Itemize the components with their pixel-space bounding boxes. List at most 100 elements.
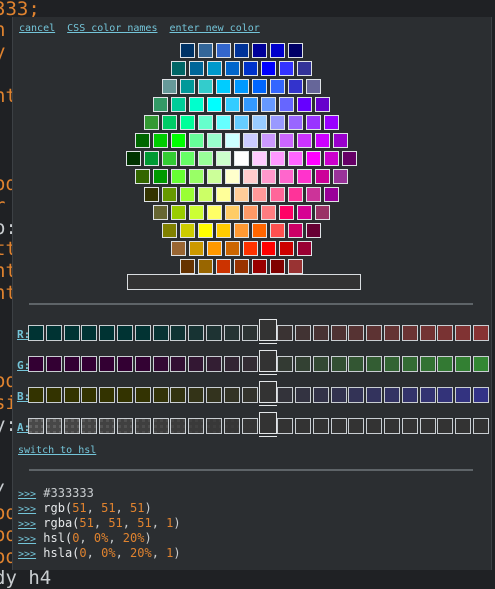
slider-swatch[interactable] bbox=[28, 325, 44, 341]
slider-swatch[interactable] bbox=[348, 418, 365, 434]
palette-swatch[interactable] bbox=[153, 169, 168, 184]
palette-swatch[interactable] bbox=[288, 223, 303, 238]
slider-swatch[interactable] bbox=[348, 325, 365, 341]
palette-swatch[interactable] bbox=[252, 259, 267, 274]
slider-swatch[interactable] bbox=[134, 356, 151, 372]
slider-swatch[interactable] bbox=[277, 325, 294, 341]
slider-swatch[interactable] bbox=[99, 325, 116, 341]
slider-swatch[interactable] bbox=[330, 418, 347, 434]
slider-swatch[interactable] bbox=[63, 356, 80, 372]
slider-swatch[interactable] bbox=[401, 418, 418, 434]
palette-swatch[interactable] bbox=[171, 133, 186, 148]
slider-swatch[interactable] bbox=[28, 356, 44, 372]
palette-swatch[interactable] bbox=[288, 259, 303, 274]
slider-swatch[interactable] bbox=[384, 418, 400, 434]
palette-swatch[interactable] bbox=[126, 151, 141, 166]
palette-swatch[interactable] bbox=[198, 187, 213, 202]
copy-prompt[interactable]: >>> bbox=[18, 519, 36, 530]
palette-swatch[interactable] bbox=[216, 79, 231, 94]
palette-swatch[interactable] bbox=[198, 223, 213, 238]
palette-swatch[interactable] bbox=[216, 115, 231, 130]
palette-swatch[interactable] bbox=[234, 259, 249, 274]
palette-swatch[interactable] bbox=[180, 259, 195, 274]
palette-swatch[interactable] bbox=[171, 205, 186, 220]
palette-swatch[interactable] bbox=[270, 115, 285, 130]
palette-swatch[interactable] bbox=[207, 133, 222, 148]
copy-prompt[interactable]: >>> bbox=[18, 489, 36, 500]
palette-swatch[interactable] bbox=[315, 205, 330, 220]
palette-swatch[interactable] bbox=[234, 43, 249, 58]
slider-swatch[interactable] bbox=[312, 325, 329, 341]
slider-swatch[interactable] bbox=[81, 325, 98, 341]
palette-swatch[interactable] bbox=[297, 169, 312, 184]
copy-prompt[interactable]: >>> bbox=[18, 534, 36, 545]
palette-swatch[interactable] bbox=[234, 79, 249, 94]
slider-swatch[interactable] bbox=[63, 387, 80, 403]
slider-swatch[interactable] bbox=[223, 418, 240, 434]
slider-swatch[interactable] bbox=[384, 325, 400, 341]
palette-swatch[interactable] bbox=[180, 223, 195, 238]
palette-swatch[interactable] bbox=[189, 61, 204, 76]
palette-swatch[interactable] bbox=[261, 133, 276, 148]
slider-swatch[interactable] bbox=[188, 325, 205, 341]
slider-swatch[interactable] bbox=[348, 356, 365, 372]
slider-swatch[interactable] bbox=[45, 418, 62, 434]
palette-swatch[interactable] bbox=[198, 79, 213, 94]
palette-swatch[interactable] bbox=[342, 151, 357, 166]
palette-swatch[interactable] bbox=[135, 133, 150, 148]
palette-swatch[interactable] bbox=[288, 79, 303, 94]
palette-swatch[interactable] bbox=[333, 133, 348, 148]
slider-swatch[interactable] bbox=[366, 356, 383, 372]
palette-swatch[interactable] bbox=[252, 43, 267, 58]
slider-swatch[interactable] bbox=[419, 418, 436, 434]
palette-swatch[interactable] bbox=[306, 187, 321, 202]
slider-swatch[interactable] bbox=[223, 325, 240, 341]
slider-swatch[interactable] bbox=[330, 356, 347, 372]
slider-swatch[interactable] bbox=[152, 387, 169, 403]
slider-swatch[interactable] bbox=[81, 356, 98, 372]
slider-swatch[interactable] bbox=[419, 387, 436, 403]
slider-swatch[interactable] bbox=[152, 418, 169, 434]
slider-swatch[interactable] bbox=[277, 356, 294, 372]
palette-swatch[interactable] bbox=[306, 115, 321, 130]
palette-swatch[interactable] bbox=[252, 151, 267, 166]
slider-swatch[interactable] bbox=[170, 325, 187, 341]
slider-swatch[interactable] bbox=[366, 387, 383, 403]
palette-swatch[interactable] bbox=[243, 169, 258, 184]
palette-swatch[interactable] bbox=[207, 241, 222, 256]
palette-swatch[interactable] bbox=[189, 97, 204, 112]
palette-swatch[interactable] bbox=[279, 241, 294, 256]
palette-swatch[interactable] bbox=[279, 97, 294, 112]
palette-swatch[interactable] bbox=[333, 169, 348, 184]
palette-swatch[interactable] bbox=[234, 151, 249, 166]
palette-swatch[interactable] bbox=[225, 61, 240, 76]
palette-swatch[interactable] bbox=[288, 43, 303, 58]
palette-swatch[interactable] bbox=[180, 151, 195, 166]
palette-swatch[interactable] bbox=[297, 97, 312, 112]
slider-swatch[interactable] bbox=[384, 387, 400, 403]
slider-swatch[interactable] bbox=[206, 387, 222, 403]
palette-swatch[interactable] bbox=[297, 241, 312, 256]
enter-new-color-link[interactable]: enter new color bbox=[170, 23, 260, 34]
slider-swatch[interactable] bbox=[170, 387, 187, 403]
slider-swatch[interactable] bbox=[241, 356, 258, 372]
slider-swatch[interactable] bbox=[223, 356, 240, 372]
palette-swatch[interactable] bbox=[198, 151, 213, 166]
palette-swatch[interactable] bbox=[189, 169, 204, 184]
slider-current-swatch[interactable] bbox=[259, 381, 278, 406]
palette-swatch[interactable] bbox=[288, 187, 303, 202]
palette-swatch[interactable] bbox=[216, 43, 231, 58]
palette-swatch[interactable] bbox=[216, 223, 231, 238]
slider-swatch[interactable] bbox=[28, 387, 44, 403]
copy-prompt[interactable]: >>> bbox=[18, 504, 36, 515]
copy-prompt[interactable]: >>> bbox=[18, 549, 36, 560]
palette-swatch[interactable] bbox=[297, 61, 312, 76]
palette-swatch[interactable] bbox=[171, 61, 186, 76]
slider-swatch[interactable] bbox=[473, 418, 489, 434]
slider-swatch[interactable] bbox=[117, 325, 133, 341]
slider-swatch[interactable] bbox=[63, 418, 80, 434]
slider-swatch[interactable] bbox=[206, 418, 222, 434]
slider-swatch[interactable] bbox=[170, 356, 187, 372]
slider-swatch[interactable] bbox=[419, 356, 436, 372]
slider-swatch[interactable] bbox=[401, 356, 418, 372]
